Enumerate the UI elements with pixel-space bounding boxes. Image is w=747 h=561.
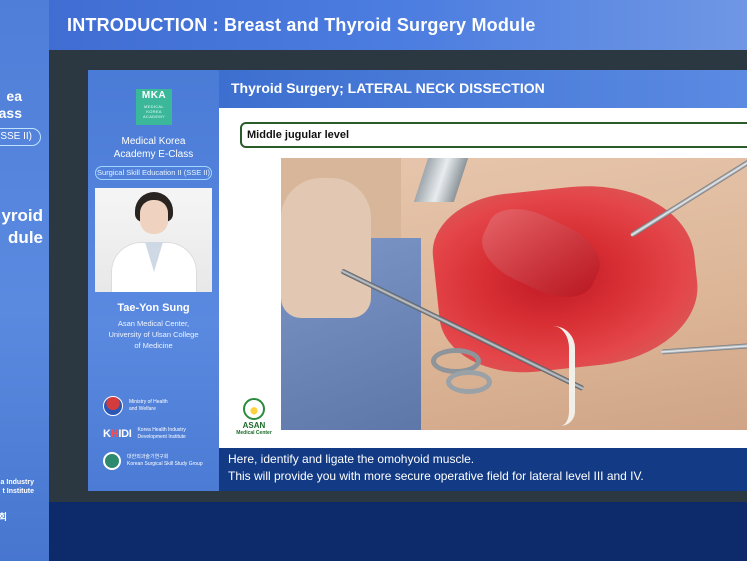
bottom-band xyxy=(49,502,747,561)
surgeon-glove xyxy=(281,178,371,318)
strip-academy-text: ea ass xyxy=(0,88,22,121)
caption-line: This will provide you with more secure o… xyxy=(228,469,644,483)
strip-program-pill: (SSE II) xyxy=(0,128,41,146)
kssi-logo: 대한외과술기연구회 Korean Surgical Skill Study Gr… xyxy=(103,451,203,471)
scissors-ring xyxy=(446,370,492,394)
asan-medical-center-logo: ASAN Medical Center xyxy=(232,398,276,440)
left-strip: ea ass (SSE II) yroid dule a Industry t … xyxy=(0,0,49,561)
suture-loop xyxy=(553,326,575,426)
program-pill: Surgical Skill Education II (SSE II) xyxy=(95,166,212,180)
ministry-emblem-icon xyxy=(103,396,123,416)
section-title: Thyroid Surgery; LATERAL NECK DISSECTION xyxy=(231,80,545,96)
caption-line: Here, identify and ligate the omohyoid m… xyxy=(228,452,475,466)
ministry-logo: Ministry of Health and Welfare xyxy=(103,396,168,416)
khidi-wordmark: KHIDI xyxy=(103,428,132,440)
speaker-face xyxy=(140,200,168,234)
kssi-emblem-icon xyxy=(103,452,121,470)
surgical-field-image xyxy=(281,158,747,430)
academy-title: Medical Korea Academy E-Class xyxy=(113,136,194,160)
strip-korean-text: 회 xyxy=(0,512,7,522)
asan-emblem-icon xyxy=(243,398,265,420)
level-label: Middle jugular level xyxy=(247,129,350,141)
module-title: INTRODUCTION : Breast and Thyroid Surger… xyxy=(67,15,536,35)
speaker-photo xyxy=(95,188,212,292)
speaker-name: Tae-Yon Sung xyxy=(117,302,190,314)
mka-logo: MKA MEDICAL KOREA ACADEMY xyxy=(136,89,172,125)
strip-module-text: yroid dule xyxy=(1,206,43,247)
speaker-affiliation: Asan Medical Center, University of Ulsan… xyxy=(108,319,199,350)
khidi-logo: KHIDI Korea Health Industry Development … xyxy=(103,427,186,440)
strip-org-text: a Industry t Institute xyxy=(0,479,34,495)
